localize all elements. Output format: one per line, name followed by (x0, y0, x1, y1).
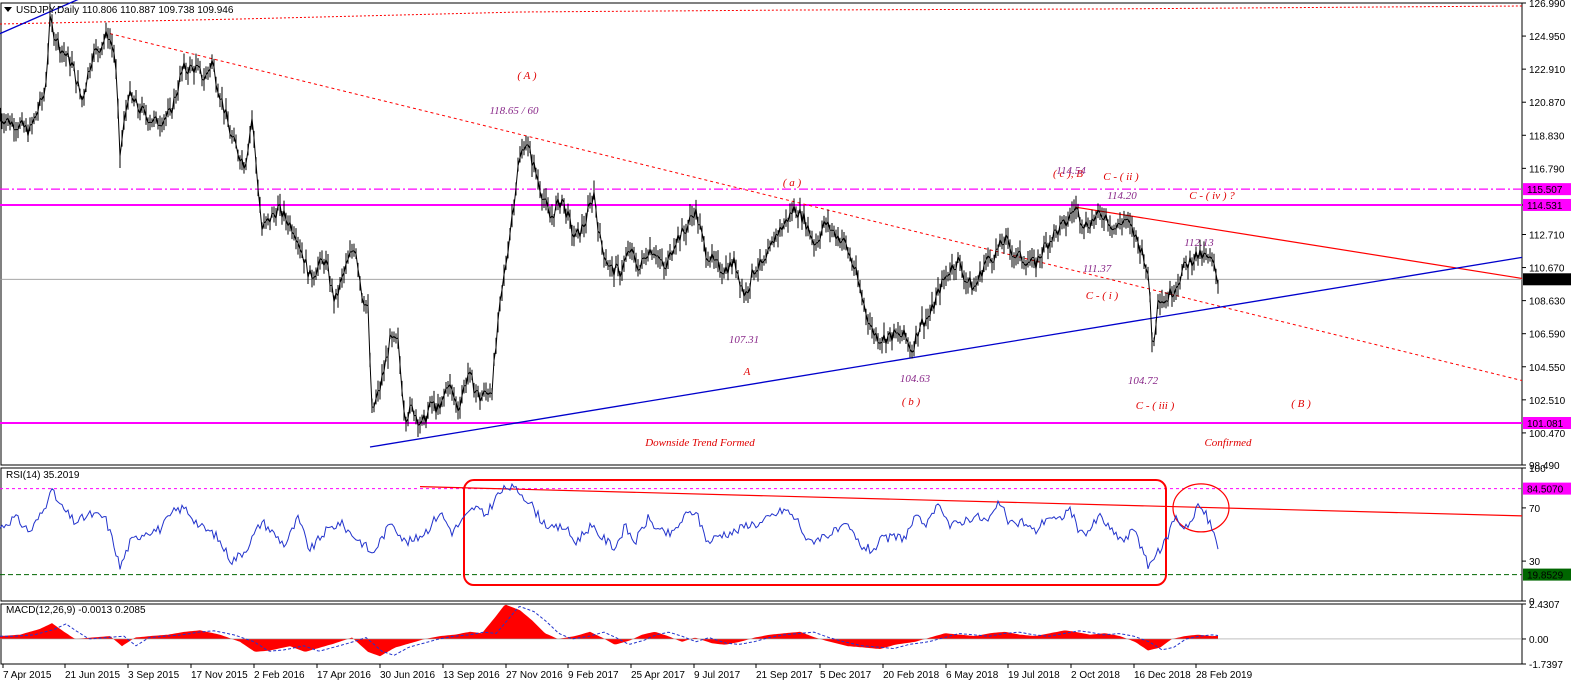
annotation-label: ( A ) (517, 70, 536, 82)
time-tick-label: 9 Jul 2017 (694, 670, 741, 681)
time-tick-label: 28 Feb 2019 (1196, 670, 1253, 681)
rsi-tag-upper: 84.5070 (1527, 485, 1564, 496)
time-tick-label: 20 Feb 2018 (883, 670, 940, 681)
level-tag-101081: 101.081 (1527, 419, 1564, 430)
price-tick-label: 118.830 (1529, 131, 1565, 142)
chart-title: USDJPY,Daily 110.806 110.887 109.738 109… (16, 5, 234, 16)
annotation-label: 107.31 (729, 334, 759, 346)
time-tick-label: 7 Apr 2015 (3, 670, 52, 681)
annotation-label: 114.20 (1107, 190, 1137, 202)
price-tick-label: 126.990 (1529, 0, 1566, 10)
macd-tick-label: -1.7397 (1529, 660, 1563, 671)
level-tag-114531: 114.531 (1527, 201, 1563, 212)
price-tick-label: 116.790 (1529, 164, 1565, 175)
time-tick-label: 27 Nov 2016 (506, 670, 563, 681)
price-tick-label: 104.550 (1529, 363, 1566, 374)
rsi-tick-label: 30 (1529, 557, 1541, 568)
time-tick-label: 17 Apr 2016 (317, 670, 371, 681)
rsi-tag-lower: 19.8529 (1527, 571, 1564, 582)
annotation-label: ( a ) (783, 177, 802, 189)
rsi-header: RSI(14) 35.2019 (6, 470, 80, 481)
price-tick-label: 122.910 (1529, 65, 1566, 76)
rsi-tick-label: 100 (1529, 464, 1546, 475)
macd-tick-label: 2.4307 (1529, 600, 1560, 611)
annotation-label: C - ( iv ) ? (1189, 190, 1235, 202)
time-tick-label: 30 Jun 2016 (380, 670, 435, 681)
price-tick-label: 124.950 (1529, 32, 1566, 43)
time-tick-label: 21 Sep 2017 (756, 670, 813, 681)
price-tick-label: 110.670 (1529, 264, 1565, 275)
time-tick-label: 16 Dec 2018 (1134, 670, 1191, 681)
time-tick-label: 13 Sep 2016 (443, 670, 500, 681)
time-tick-label: 25 Apr 2017 (631, 670, 685, 681)
annotation-label: Confirmed (1204, 437, 1252, 449)
rsi-tick-label: 70 (1529, 504, 1541, 515)
annotation-label: A (743, 366, 751, 378)
annotation-label: Downside Trend Formed (644, 437, 755, 449)
price-tick-label: 108.630 (1529, 297, 1566, 308)
time-tick-label: 21 Jun 2015 (65, 670, 120, 681)
annotation-label: 111.37 (1083, 263, 1112, 275)
price-tick-label: 102.510 (1529, 396, 1566, 407)
time-tick-label: 9 Feb 2017 (568, 670, 619, 681)
time-tick-label: 19 Jul 2018 (1008, 670, 1060, 681)
price-tick-label: 106.590 (1529, 330, 1566, 341)
level-tag-115507: 115.507 (1527, 185, 1563, 196)
time-tick-label: 17 Nov 2015 (191, 670, 248, 681)
annotation-label: 112.13 (1184, 237, 1214, 249)
chart-canvas: 126.990 124.950 122.910 120.870 118.830 116.7… (0, 0, 1596, 696)
macd-header: MACD(12,26,9) -0.0013 0.2085 (6, 605, 146, 616)
macd-tick-label: 0.00 (1529, 635, 1549, 646)
time-tick-label: 2 Feb 2016 (254, 670, 305, 681)
time-tick-label: 2 Oct 2018 (1071, 670, 1120, 681)
annotation-label: 104.63 (900, 373, 931, 385)
annotation-label: 104.72 (1128, 375, 1159, 387)
current-price-tag: 109.946 (1527, 275, 1564, 286)
annotation-label: C - ( iii ) (1136, 400, 1175, 412)
annotation-label: C - ( ii ) (1103, 171, 1139, 183)
background (0, 0, 1596, 696)
price-tick-label: 112.710 (1529, 230, 1565, 241)
annotation-label: ( b ) (902, 396, 921, 408)
price-tick-label: 120.870 (1529, 98, 1566, 109)
annotation-label: 114.54 (1056, 165, 1086, 177)
time-tick-label: 5 Dec 2017 (820, 670, 872, 681)
annotation-label: 118.65 / 60 (490, 105, 539, 117)
annotation-label: ( B ) (1291, 398, 1311, 410)
price-tick-label: 100.470 (1529, 429, 1566, 440)
annotation-label: C - ( i ) (1086, 290, 1119, 302)
time-tick-label: 3 Sep 2015 (128, 670, 180, 681)
time-tick-label: 6 May 2018 (946, 670, 999, 681)
